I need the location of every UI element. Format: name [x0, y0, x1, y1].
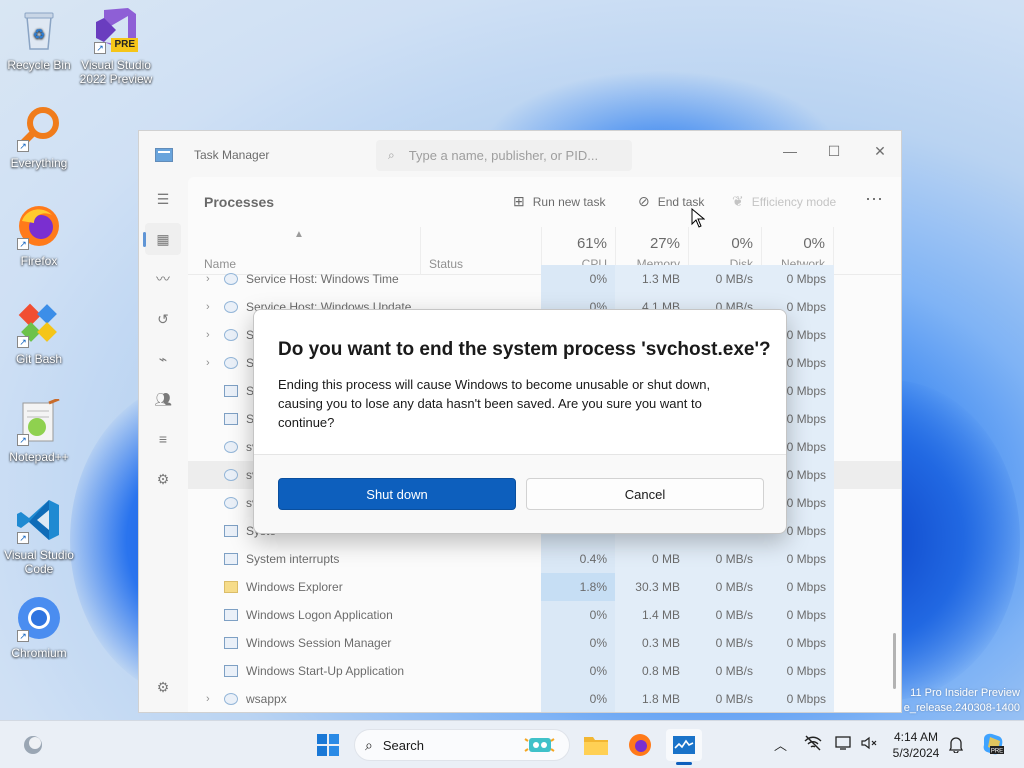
desktop-icon-recycle-bin[interactable]: ♻ Recycle Bin: [1, 6, 77, 72]
start-button-windows-icon[interactable]: [312, 729, 344, 761]
taskbar-search-box[interactable]: ⌕ Search: [354, 729, 570, 761]
everything-search-icon: ↗: [15, 104, 63, 152]
widgets-icon[interactable]: [18, 729, 48, 761]
chromium-icon: ↗: [15, 594, 63, 642]
os-build-watermark: 11 Pro Insider Preview e_release.240308-…: [903, 687, 1020, 714]
shortcut-arrow-icon: ↗: [94, 42, 106, 54]
firefox-icon: ↗: [15, 202, 63, 250]
dialog-message: Ending this process will cause Windows t…: [278, 377, 711, 430]
desktop-icon-notepad-plus-plus[interactable]: ↗ Notepad++: [1, 398, 77, 464]
search-highlight-icon: [523, 735, 557, 758]
dialog-title: Do you want to end the system process 's…: [278, 339, 771, 360]
pre-badge: PRE: [111, 38, 138, 52]
clock-time: 4:14 AM: [893, 730, 939, 744]
svg-text:PRE: PRE: [991, 749, 1003, 755]
recycle-bin-icon: ♻: [15, 6, 63, 54]
desktop-icon-chromium[interactable]: ↗ Chromium: [1, 594, 77, 660]
shortcut-arrow-icon: ↗: [17, 630, 29, 642]
git-bash-icon: ↗: [15, 300, 63, 348]
taskbar: ⌕ Search ︿ 4:14 AM 5/3/2024 PRE: [0, 720, 1024, 768]
clock-date: 5/3/2024: [892, 746, 940, 760]
shut-down-button[interactable]: Shut down: [278, 478, 516, 510]
shortcut-arrow-icon: ↗: [17, 336, 29, 348]
cancel-button[interactable]: Cancel: [526, 478, 764, 510]
end-process-dialog: Do you want to end the system process 's…: [253, 309, 787, 534]
desktop-icon-visual-studio-preview[interactable]: PRE ↗ Visual Studio 2022 Preview: [78, 6, 154, 86]
desktop-icon-git-bash[interactable]: ↗ Git Bash: [1, 300, 77, 366]
display-icon[interactable]: [834, 735, 852, 754]
desktop-icon-everything[interactable]: ↗ Everything: [1, 104, 77, 170]
desktop-icon-vscode[interactable]: ↗ Visual Studio Code: [1, 496, 77, 576]
desktop-icon-firefox[interactable]: ↗ Firefox: [1, 202, 77, 268]
mouse-cursor-icon: [691, 208, 705, 228]
vscode-icon: ↗: [15, 496, 63, 544]
shortcut-arrow-icon: ↗: [17, 532, 29, 544]
task-manager-taskbar-icon[interactable]: [666, 729, 702, 765]
search-icon: ⌕: [365, 736, 373, 753]
system-clock[interactable]: 4:14 AM 5/3/2024: [884, 729, 948, 761]
visual-studio-preview-icon: PRE ↗: [92, 6, 140, 54]
notification-bell-icon[interactable]: [948, 735, 964, 756]
shortcut-arrow-icon: ↗: [17, 238, 29, 250]
shortcut-arrow-icon: ↗: [17, 434, 29, 446]
network-disconnected-icon[interactable]: [804, 735, 822, 754]
shortcut-arrow-icon: ↗: [17, 140, 29, 152]
active-app-indicator: [676, 762, 692, 765]
volume-muted-icon[interactable]: [860, 735, 878, 754]
svg-text:♻: ♻: [33, 26, 46, 42]
notepad-plus-plus-icon: ↗: [15, 398, 63, 446]
show-hidden-icons-chevron-up-icon[interactable]: ︿: [774, 735, 787, 754]
dialog-content: Do you want to end the system process 's…: [254, 310, 786, 455]
firefox-taskbar-icon[interactable]: [624, 729, 656, 761]
copilot-preview-icon[interactable]: PRE: [980, 731, 1006, 760]
file-explorer-icon[interactable]: [580, 729, 612, 761]
